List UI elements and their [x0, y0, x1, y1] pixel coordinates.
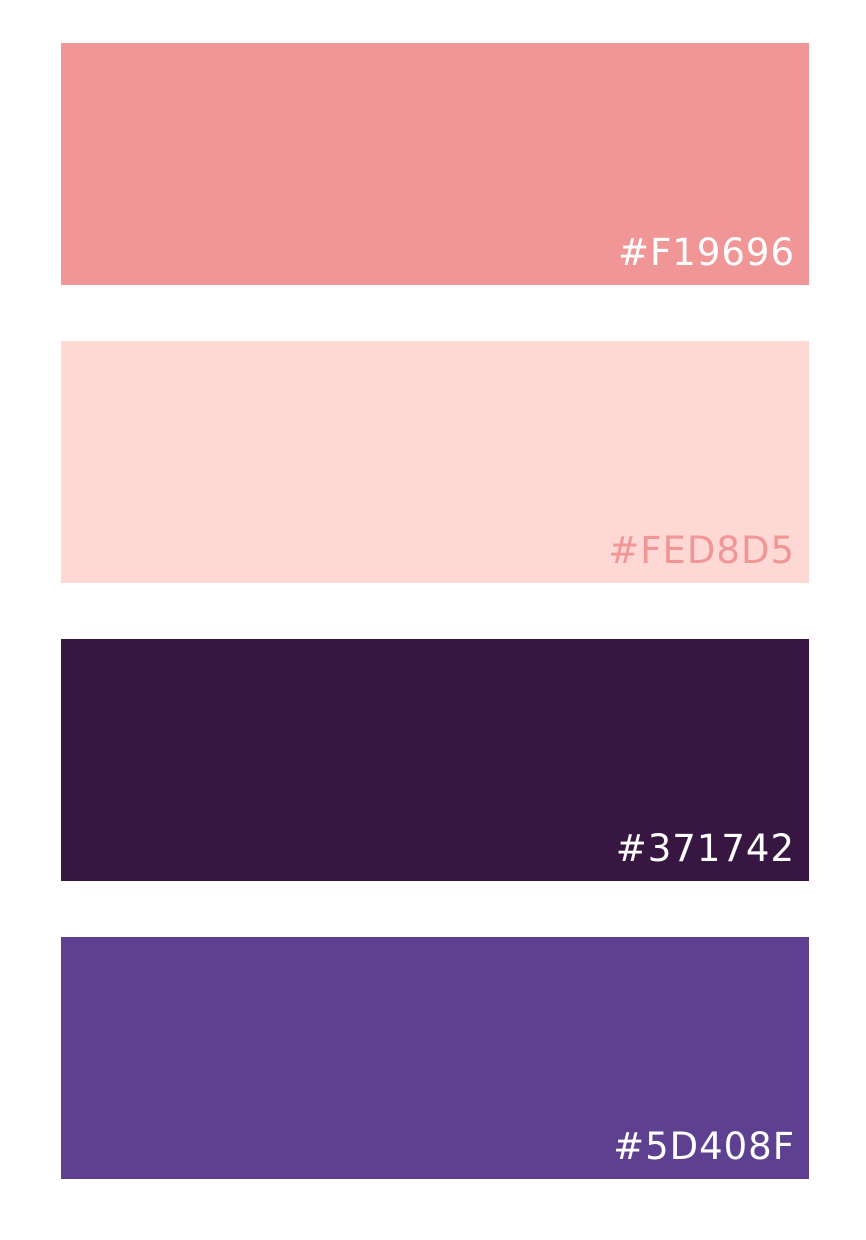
- hex-code-label: #F19696: [618, 231, 795, 274]
- hex-code-label: #5D408F: [613, 1125, 795, 1168]
- color-swatch: #371742: [61, 639, 809, 881]
- color-palette: #F19696 #FED8D5 #371742 #5D408F: [0, 0, 866, 1240]
- color-swatch: #F19696: [61, 43, 809, 285]
- hex-code-label: #FED8D5: [608, 529, 795, 572]
- hex-code-label: #371742: [615, 827, 795, 870]
- color-swatch: #5D408F: [61, 937, 809, 1179]
- color-swatch: #FED8D5: [61, 341, 809, 583]
